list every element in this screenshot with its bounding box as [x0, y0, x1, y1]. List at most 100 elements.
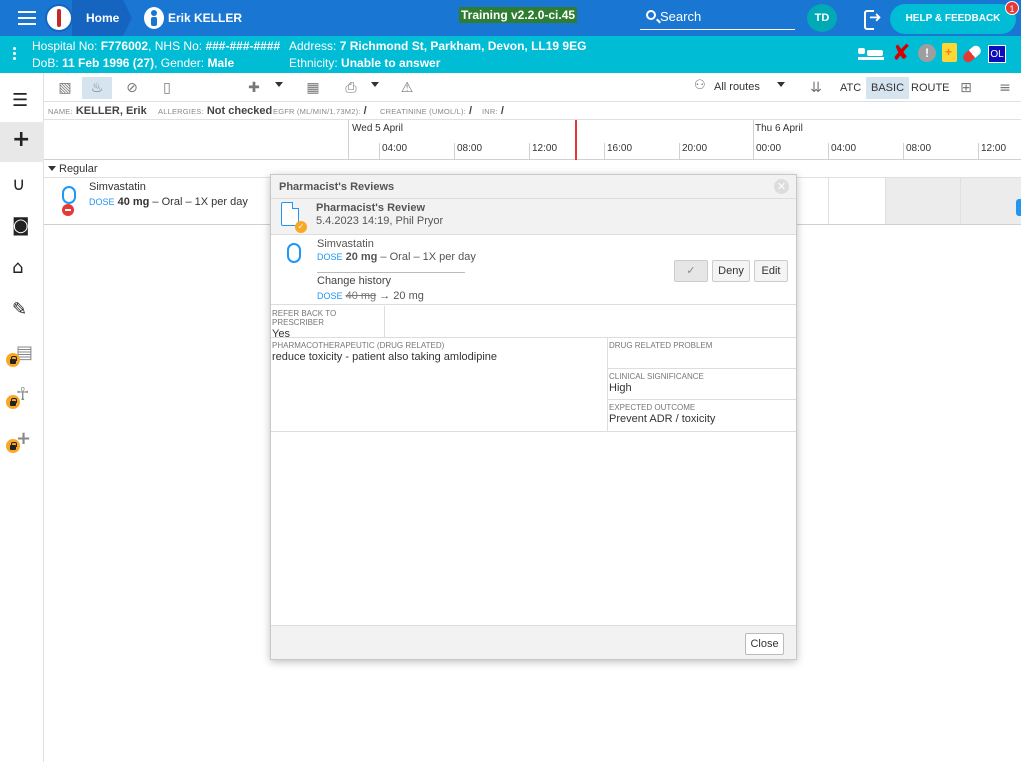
clinical-significance-value: High	[609, 382, 632, 394]
hospital-no-key: Hospital No:	[32, 39, 98, 53]
bed-icon[interactable]	[858, 48, 884, 60]
medication-icon	[287, 243, 301, 263]
chevron-down-icon[interactable]	[275, 82, 283, 87]
hospital-no-value: F776002	[100, 39, 149, 53]
drug-dose: DOSE 20 mg – Oral – 1X per day	[317, 251, 476, 263]
menu-icon[interactable]	[18, 11, 36, 25]
document-plus-icon[interactable]	[942, 43, 957, 62]
timeline-header: Wed 5 April Thu 6 April 04:00 08:00 12:0…	[44, 120, 1021, 160]
patient-banner: Hospital No: F776002, NHS No: ###-###-##…	[0, 36, 1021, 73]
name-value: KELLER, Erik	[75, 105, 147, 117]
breadcrumb-patient[interactable]: Erik KELLER	[168, 11, 242, 25]
nav-list[interactable]: ☰	[0, 81, 44, 121]
menu-icon[interactable]: ≡	[990, 77, 1020, 99]
hand-pill-icon[interactable]: ♨	[82, 77, 112, 99]
dose-value: 20 mg	[345, 251, 378, 263]
print-icon[interactable]: ⎙	[336, 77, 366, 99]
route-icon: ⚇	[694, 78, 706, 93]
routes-select[interactable]: All routes	[714, 81, 760, 93]
gender-key: , Gender:	[154, 56, 205, 70]
review-meta: 5.4.2023 14:19, Phil Pryor	[316, 215, 444, 227]
hour-label: 04:00	[379, 143, 407, 160]
gender-value: Male	[207, 56, 235, 70]
route-toggle[interactable]: ROUTE	[906, 77, 955, 99]
search-input[interactable]: Search	[640, 6, 795, 30]
nhs-no-key: , NHS No:	[148, 39, 203, 53]
pharmacotherapeutic-cell: PHARMACOTHERAPEUTIC (DRUG RELATED) reduc…	[271, 338, 608, 431]
dose-key: DOSE	[317, 252, 343, 262]
history-old-value: 40 mg	[345, 290, 377, 302]
alert-icon[interactable]: !	[918, 44, 936, 62]
refer-label: REFER BACK TO PRESCRIBER	[272, 309, 337, 327]
approve-button[interactable]: ✓	[674, 260, 708, 282]
nav-stethoscope[interactable]: ∪	[0, 165, 44, 205]
nav-walking-locked[interactable]: ☥	[0, 375, 44, 415]
group-label: Regular	[59, 163, 98, 175]
toolbar: ▧ ♨ ⊘ ▯ ✚ ▦ ⎙ ⚠ ⚇ All routes ⇊ ATC BASIC…	[44, 73, 1021, 102]
check-badge-icon: ✓	[295, 221, 307, 233]
search-placeholder: Search	[660, 9, 702, 24]
chevron-down-icon[interactable]	[371, 82, 379, 87]
prescription-icon[interactable]: ▧	[50, 77, 80, 99]
atc-toggle[interactable]: ATC	[835, 77, 866, 99]
creatinine-value: /	[469, 105, 473, 117]
basic-toggle[interactable]: BASIC	[866, 77, 910, 99]
nav-edit-document[interactable]: ✎	[0, 290, 44, 330]
arrow-right-icon: →	[379, 290, 391, 302]
app-logo[interactable]	[45, 4, 73, 32]
user-avatar[interactable]: TD	[807, 4, 837, 32]
refer-cell: REFER BACK TO PRESCRIBER Yes	[271, 306, 385, 340]
chevron-down-icon[interactable]	[777, 82, 785, 87]
deny-button[interactable]: Deny	[712, 260, 750, 282]
side-panel-tab[interactable]	[1016, 199, 1021, 216]
schedule-cell[interactable]	[960, 178, 1021, 224]
edit-button[interactable]: Edit	[754, 260, 788, 282]
ol-badge[interactable]: OL	[988, 45, 1006, 63]
nav-camera[interactable]: ◙	[0, 206, 44, 246]
schedule-cell[interactable]	[828, 178, 885, 224]
egfr-key: EGFR (ML/MIN/1.73M2):	[273, 107, 361, 116]
pill-icon[interactable]	[961, 43, 983, 65]
top-bar: Home Erik KELLER Training v2.2.0-ci.45 S…	[0, 0, 1021, 36]
add-sheet-icon[interactable]: ▦	[298, 77, 328, 99]
dose-key: DOSE	[89, 197, 115, 207]
document-icon[interactable]: ▯	[152, 77, 182, 99]
columns-icon[interactable]: ⊞	[951, 77, 981, 99]
hour-label: 16:00	[604, 143, 632, 160]
expected-outcome-value: Prevent ADR / toxicity	[609, 413, 716, 425]
logout-icon[interactable]	[864, 8, 884, 30]
dob-value: 11 Feb 1996 (27)	[62, 56, 155, 70]
hour-label: 00:00	[753, 143, 781, 160]
change-history-entry: DOSE 40 mg → 20 mg	[317, 290, 424, 302]
allergies-value: Not checked	[206, 105, 273, 117]
warning-icon[interactable]: ⚠	[392, 77, 422, 99]
more-vert-icon[interactable]	[13, 47, 17, 62]
patient-icon	[144, 7, 164, 29]
close-button[interactable]: Close	[745, 633, 784, 655]
dialog-header: Pharmacist's Reviews ✕	[271, 175, 796, 199]
schedule-cell[interactable]	[885, 178, 960, 224]
stethoscope-icon: ∪	[12, 174, 26, 195]
history-new-value: 20 mg	[393, 290, 424, 302]
current-time-line	[575, 120, 577, 160]
sort-icon[interactable]: ⇊	[801, 77, 831, 99]
pill-outline-icon[interactable]: ⊘	[117, 77, 147, 99]
nav-add-locked[interactable]: +	[0, 419, 44, 459]
close-cross-icon[interactable]: ✘	[892, 41, 910, 66]
caret-down-icon[interactable]	[48, 166, 56, 171]
help-feedback-button[interactable]: HELP & FEEDBACK	[890, 4, 1016, 34]
add-medication-icon[interactable]: ✚	[239, 77, 269, 99]
nav-home[interactable]: ⌂	[0, 248, 44, 288]
breadcrumb-home-label[interactable]: Home	[86, 11, 119, 25]
banner-line-1: Hospital No: F776002, NHS No: ###-###-##…	[32, 39, 280, 53]
medication-dose: DOSE 40 mg – Oral – 1X per day	[89, 196, 248, 208]
nav-clipboard-locked[interactable]: ▤	[0, 333, 44, 373]
creatinine-key: CREATININE (UMOL/L):	[380, 107, 466, 116]
lock-icon	[6, 353, 20, 367]
training-badge: Training v2.2.0-ci.45	[459, 7, 578, 23]
edit-document-icon: ✎	[12, 299, 28, 320]
name-key: NAME:	[48, 107, 73, 116]
allergies-field: ALLERGIES: Not checked	[158, 105, 272, 117]
nav-add[interactable]: +	[0, 122, 44, 162]
close-icon[interactable]: ✕	[774, 179, 789, 194]
